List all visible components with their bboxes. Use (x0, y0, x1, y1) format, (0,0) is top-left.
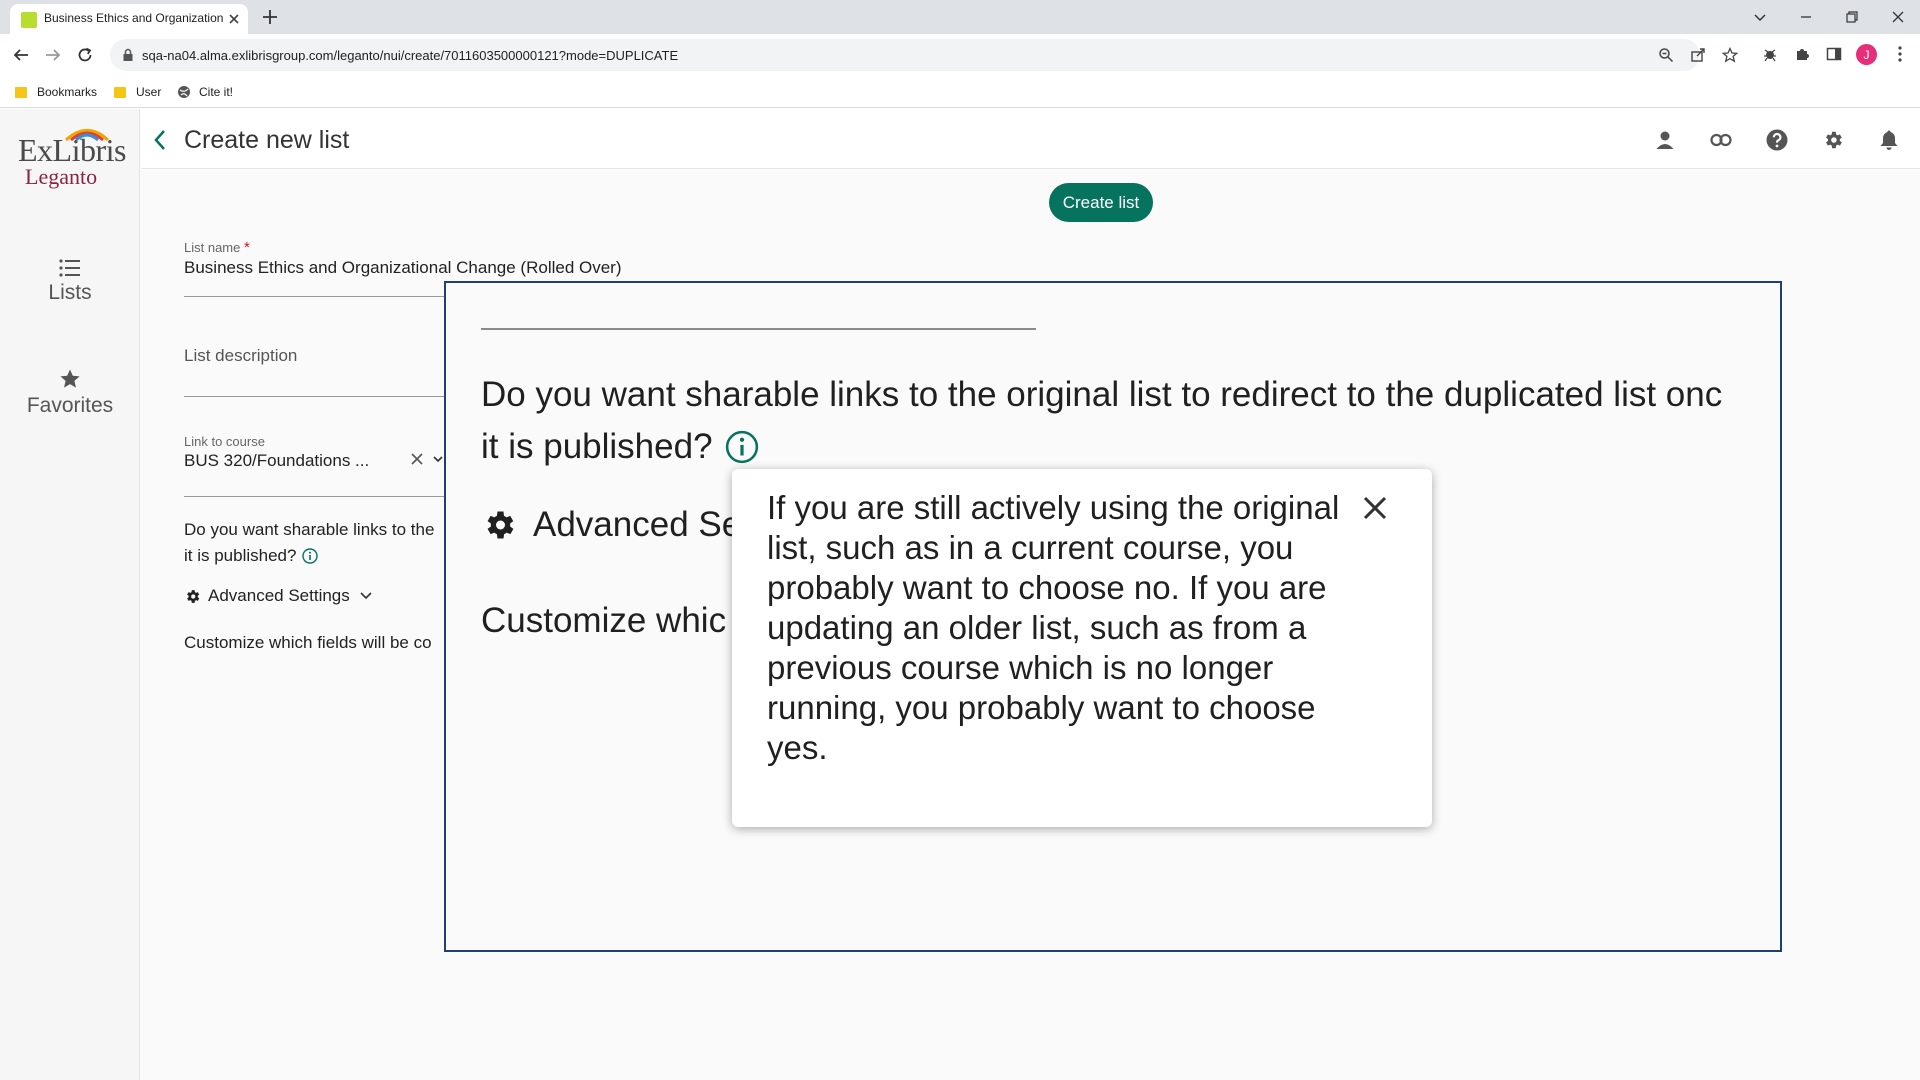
browser-tab[interactable]: Business Ethics and Organization (10, 4, 248, 34)
back-chevron-icon[interactable] (153, 129, 167, 151)
sidebar-item-favorites[interactable]: Favorites (0, 368, 140, 418)
tooltip-text: If you are still actively using the orig… (767, 489, 1340, 766)
required-marker: * (244, 239, 250, 256)
close-window-icon[interactable] (1886, 5, 1910, 29)
tab-title: Business Ethics and Organization (44, 11, 224, 25)
bookmark-bookmarks[interactable]: Bookmarks (15, 82, 97, 102)
create-list-button[interactable]: Create list (1049, 183, 1153, 222)
tab-favicon-icon (21, 12, 37, 28)
bookmarks-bar: Bookmarks User Cite it! (0, 76, 1920, 108)
list-name-field[interactable]: List name * Business Ethics and Organiza… (184, 239, 622, 278)
settings-gear-icon[interactable] (1822, 129, 1844, 151)
star-icon (0, 368, 140, 390)
sidebar-item-lists[interactable]: Lists (0, 259, 140, 305)
magnified-question-line1: Do you want sharable links to the origin… (481, 375, 1723, 414)
list-icon (0, 259, 140, 277)
redirect-question-line2: it is published? (184, 546, 297, 565)
info-icon[interactable] (725, 430, 759, 464)
redirect-question: Do you want sharable links to the it is … (184, 517, 434, 569)
bookmark-user[interactable]: User (114, 82, 161, 102)
address-bar[interactable]: sqa-na04.alma.exlibrisgroup.com/leganto/… (110, 39, 1738, 71)
sidebar: ExLibris Leganto Lists Favorites (0, 109, 140, 1080)
page-title: Create new list (184, 126, 350, 154)
list-name-value: Business Ethics and Organizational Chang… (184, 258, 622, 277)
tab-close-icon[interactable] (226, 11, 242, 27)
magnified-question: Do you want sharable links to the origin… (481, 369, 1780, 473)
info-icon[interactable] (302, 548, 319, 564)
bookmark-label: Bookmarks (37, 85, 98, 99)
list-name-label: List name * (184, 239, 250, 256)
gear-icon (184, 588, 201, 605)
extension-bug-icon[interactable] (1760, 44, 1780, 64)
sidebar-item-label: Favorites (26, 394, 114, 417)
restore-icon[interactable] (1840, 5, 1864, 29)
folder-icon (15, 86, 27, 98)
logo-arc-icon (64, 129, 110, 141)
app-header: Create new list (141, 109, 1920, 169)
browser-menu-icon[interactable] (1890, 44, 1910, 64)
customize-fields-text: Customize which fields will be co (184, 633, 432, 652)
course-dropdown-chevron-icon[interactable] (432, 454, 444, 464)
share-icon[interactable] (1690, 47, 1706, 63)
clear-course-icon[interactable] (410, 452, 424, 466)
info-tooltip: If you are still actively using the orig… (732, 469, 1432, 827)
profile-avatar[interactable]: J (1856, 44, 1877, 65)
minimize-icon[interactable] (1794, 5, 1818, 29)
zoom-icon[interactable] (1658, 47, 1674, 63)
tab-search-icon[interactable] (1748, 5, 1772, 29)
side-panel-icon[interactable] (1824, 44, 1844, 64)
exlibris-leganto-logo[interactable]: ExLibris Leganto (18, 129, 126, 189)
extensions-puzzle-icon[interactable] (1792, 44, 1812, 64)
notifications-bell-icon[interactable] (1878, 129, 1900, 151)
logo-leganto-text: Leganto (25, 164, 98, 189)
sidebar-item-label: Lists (48, 281, 92, 304)
advanced-settings-toggle[interactable]: Advanced Settings (184, 586, 373, 606)
bookmark-label: User (136, 85, 162, 99)
bookmark-star-icon[interactable] (1722, 47, 1738, 63)
advanced-settings-label: Advanced Settings (208, 586, 350, 605)
redirect-question-line1: Do you want sharable links to the (184, 520, 435, 539)
magnified-underline (481, 328, 1036, 330)
browser-toolbar: sqa-na04.alma.exlibrisgroup.com/leganto/… (0, 34, 1920, 76)
magnified-question-line2: it is published? (481, 427, 713, 466)
folder-icon (114, 86, 126, 98)
chevron-down-icon (359, 591, 373, 601)
globe-icon (177, 85, 191, 99)
lock-icon (123, 48, 133, 61)
bookmark-label: Cite it! (199, 85, 234, 99)
close-icon[interactable] (1360, 493, 1390, 523)
link-icon[interactable] (1710, 129, 1732, 151)
forward-icon[interactable] (42, 44, 64, 66)
reload-icon[interactable] (74, 44, 96, 66)
magnified-advanced-label: Advanced Se (533, 505, 742, 544)
back-icon[interactable] (10, 44, 32, 66)
browser-tab-bar: Business Ethics and Organization (0, 0, 1920, 34)
new-tab-icon[interactable] (260, 7, 280, 27)
help-icon[interactable] (1766, 129, 1788, 151)
user-icon[interactable] (1654, 129, 1676, 151)
magnified-customize-text: Customize whic (481, 601, 727, 640)
gear-icon (481, 507, 517, 543)
magnified-advanced-settings[interactable]: Advanced Se (481, 505, 741, 545)
bookmark-cite-it[interactable]: Cite it! (177, 82, 233, 102)
url-text: sqa-na04.alma.exlibrisgroup.com/leganto/… (142, 48, 679, 63)
